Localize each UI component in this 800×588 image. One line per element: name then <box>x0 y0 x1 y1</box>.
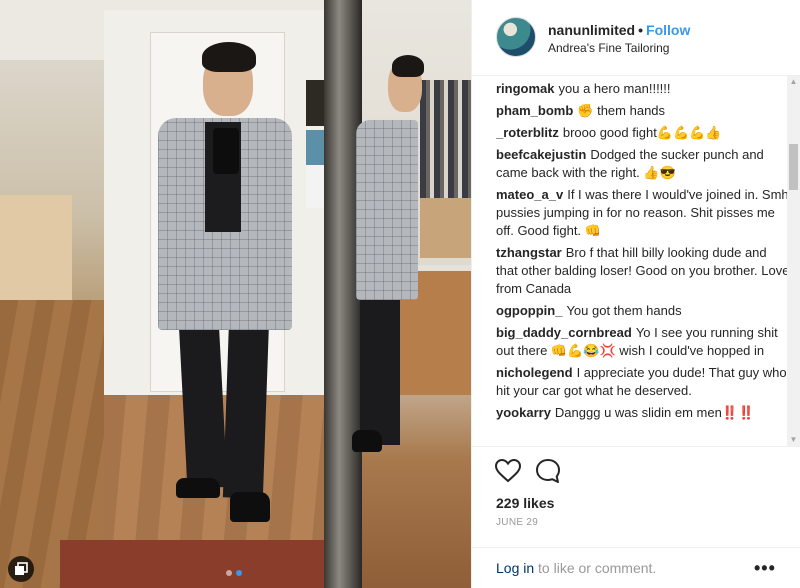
scrollbar-thumb[interactable] <box>789 144 798 190</box>
comment-text: Danggg u was slidin em men‼️‼️ <box>554 405 755 420</box>
comment-item: mateo_a_v If I was there I would've joine… <box>496 186 791 240</box>
avatar[interactable] <box>496 17 536 57</box>
like-count[interactable]: 229 likes <box>496 495 554 511</box>
carousel-dot[interactable] <box>226 570 232 576</box>
more-options-icon[interactable]: ••• <box>754 558 776 579</box>
multiple-photos-icon <box>8 556 34 582</box>
heart-icon[interactable] <box>494 457 522 485</box>
comment-item: ogpoppin_ You got them hands <box>496 302 791 320</box>
carousel-dot-active[interactable] <box>236 570 242 576</box>
login-prompt: Log in to like or comment. ••• <box>472 547 800 588</box>
scroll-down-arrow-icon[interactable]: ▼ <box>787 434 800 446</box>
comment-username[interactable]: mateo_a_v <box>496 187 563 202</box>
carousel-indicator[interactable] <box>226 570 242 576</box>
comment-text: You got them hands <box>566 303 682 318</box>
post-photo[interactable] <box>0 0 471 588</box>
comment-text: you a hero man!!!!!! <box>558 81 671 96</box>
post-actions: 229 likes June 29 Log in to like or comm… <box>472 446 800 588</box>
comment-username[interactable]: tzhangstar <box>496 245 562 260</box>
comment-item: tzhangstar Bro f that hill billy looking … <box>496 244 791 298</box>
comment-username[interactable]: _roterblitz <box>496 125 559 140</box>
location-link[interactable]: Andrea's Fine Tailoring <box>548 41 669 55</box>
comment-username[interactable]: nicholegend <box>496 365 573 380</box>
comment-username[interactable]: ogpoppin_ <box>496 303 562 318</box>
comment-item: nicholegend I appreciate you dude! That g… <box>496 364 791 400</box>
follow-button[interactable]: Follow <box>646 22 690 38</box>
comment-item: _roterblitz brooo good fight💪💪💪👍 <box>496 124 791 142</box>
comment-item: yookarry Danggg u was slidin em men‼️‼️ <box>496 404 791 422</box>
login-link[interactable]: Log in <box>496 560 534 576</box>
post-sidebar: nanunlimited • Follow Andrea's Fine Tailor… <box>471 0 800 588</box>
scrollbar[interactable]: ▲ ▼ <box>787 76 800 446</box>
comment-item: ringomak you a hero man!!!!!! <box>496 80 791 98</box>
comment-text: ✊ them hands <box>577 103 666 118</box>
comment-list: ringomak you a hero man!!!!!! pham_bomb ✊ t… <box>496 80 791 446</box>
comment-username[interactable]: big_daddy_cornbread <box>496 325 632 340</box>
comment-item: big_daddy_cornbread Yo I see you running … <box>496 324 791 360</box>
comment-username[interactable]: yookarry <box>496 405 551 420</box>
comment-icon[interactable] <box>534 457 562 485</box>
login-text: Log in to like or comment. <box>496 560 656 576</box>
post-header: nanunlimited • Follow Andrea's Fine Tailor… <box>472 0 800 76</box>
comment-username[interactable]: ringomak <box>496 81 555 96</box>
comment-text: brooo good fight💪💪💪👍 <box>562 125 722 140</box>
comment-username[interactable]: beefcakejustin <box>496 147 586 162</box>
comment-item: beefcakejustin Dodged the sucker punch an… <box>496 146 791 182</box>
post-date[interactable]: June 29 <box>496 517 538 528</box>
rug <box>60 540 330 588</box>
username-row: nanunlimited • Follow <box>548 22 690 38</box>
scroll-up-arrow-icon[interactable]: ▲ <box>787 76 800 88</box>
comment-username[interactable]: pham_bomb <box>496 103 573 118</box>
background-table <box>0 195 72 305</box>
cardboard-box <box>420 198 471 258</box>
username[interactable]: nanunlimited <box>548 22 635 38</box>
separator: • <box>638 22 644 38</box>
login-rest: to like or comment. <box>534 560 657 576</box>
comment-item: pham_bomb ✊ them hands <box>496 102 791 120</box>
